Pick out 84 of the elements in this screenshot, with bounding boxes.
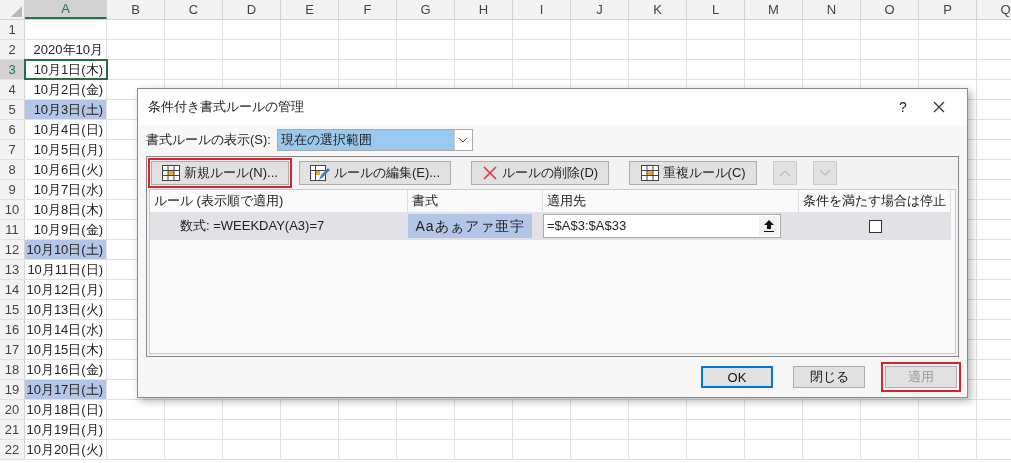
table-cell: 2020年10月	[25, 40, 107, 59]
column-header[interactable]: J	[571, 0, 629, 19]
table-cell: 10月16日(金)	[25, 360, 107, 379]
table-cell: 10月4日(日)	[25, 120, 107, 139]
row-header[interactable]: 18	[0, 360, 25, 379]
table-cell: 10月10日(土)	[25, 240, 107, 259]
checkbox[interactable]	[868, 219, 882, 233]
field-label: 書式ルールの表示(S):	[146, 131, 271, 150]
row-header[interactable]: 7	[0, 140, 25, 159]
column-header[interactable]: K	[629, 0, 687, 19]
table-cell: 10月3日(土)	[25, 100, 107, 119]
column-header[interactable]: M	[745, 0, 803, 19]
toolbar-button[interactable]: ルールの削除(D)	[471, 161, 610, 185]
rule-row[interactable]: 数式: =WEEKDAY(A3)=7 Aaあぁアァ亜宇 =$A$3:$A$33	[150, 212, 951, 240]
toolbar-button[interactable]: 重複ルール(C)	[629, 161, 758, 185]
row-header[interactable]: 2	[0, 40, 25, 59]
row-header[interactable]: 15	[0, 300, 25, 319]
column-header[interactable]: I	[513, 0, 571, 19]
table-cell: 10月18日(日)	[25, 400, 107, 419]
column-header[interactable]: O	[861, 0, 919, 19]
row-header[interactable]: 1	[0, 20, 25, 39]
toolbar-button[interactable]: 新規ルール(N)...	[151, 161, 289, 185]
table-cell: 10月7日(水)	[25, 180, 107, 199]
range-field[interactable]: =$A$3:$A$33	[543, 214, 781, 238]
row-header[interactable]: 4	[0, 80, 25, 99]
chevron-down-icon	[819, 169, 832, 177]
column-header[interactable]: B	[107, 0, 165, 19]
close-icon	[482, 165, 499, 181]
chevron-up-icon	[779, 169, 792, 177]
window-title: 条件付き書式ルールの管理	[148, 98, 305, 117]
row-header[interactable]: 9	[0, 180, 25, 199]
table-icon	[162, 165, 180, 181]
table-cell: 10月20日(火)	[25, 440, 107, 459]
dialog-button[interactable]: OK	[701, 366, 773, 388]
close-icon	[933, 101, 945, 113]
row-header[interactable]: 17	[0, 340, 25, 359]
table-cell: 10月2日(金)	[25, 80, 107, 99]
row-header[interactable]: 19	[0, 380, 25, 399]
table-cell: 10月15日(木)	[25, 340, 107, 359]
table-cell: 10月12日(月)	[25, 280, 107, 299]
column-header[interactable]: P	[919, 0, 977, 19]
column-header[interactable]: E	[281, 0, 339, 19]
dropdown-field[interactable]: 現在の選択範囲	[276, 129, 473, 151]
help-button[interactable]: ?	[885, 96, 921, 118]
column-header[interactable]: G	[397, 0, 455, 19]
table-cell-text: 数式: =WEEKDAY(A3)=7	[179, 217, 326, 236]
table-cell: 10月14日(水)	[25, 320, 107, 339]
table-cell: 10月9日(金)	[25, 220, 107, 239]
row-header[interactable]: 20	[0, 400, 25, 419]
table-cell: 10月17日(土)	[25, 380, 107, 399]
table-cell: 10月1日(木)	[25, 60, 107, 79]
column-header[interactable]: C	[165, 0, 223, 19]
toolbar-button[interactable]: ルールの編集(E)...	[298, 161, 452, 185]
row-header[interactable]: 12	[0, 240, 25, 259]
column-header[interactable]: D	[223, 0, 281, 19]
row-header[interactable]: 10	[0, 200, 25, 219]
row-header[interactable]: 6	[0, 120, 25, 139]
column-header[interactable]: A	[25, 0, 107, 19]
table-cell: 10月11日(日)	[25, 260, 107, 279]
column-header[interactable]: L	[687, 0, 745, 19]
table-cell: 10月13日(火)	[25, 300, 107, 319]
row-header[interactable]: 22	[0, 440, 25, 459]
chevron-down-icon	[458, 137, 469, 143]
dialog-button[interactable]: 閉じる	[793, 366, 865, 388]
format-preview: Aaあぁアァ亜宇	[408, 214, 532, 238]
row-header[interactable]: 3	[0, 60, 25, 79]
column-header[interactable]: F	[339, 0, 397, 19]
table-cell: 10月6日(火)	[25, 160, 107, 179]
row-header[interactable]: 14	[0, 280, 25, 299]
column-header[interactable]: H	[455, 0, 513, 19]
table-cell: 10月19日(月)	[25, 420, 107, 439]
row-header[interactable]: 8	[0, 160, 25, 179]
table-cell: 10月8日(木)	[25, 200, 107, 219]
row-header[interactable]: 5	[0, 100, 25, 119]
select-all-icon[interactable]	[11, 6, 22, 17]
table-cell: 10月5日(月)	[25, 140, 107, 159]
table-icon	[640, 165, 659, 181]
row-header[interactable]: 13	[0, 260, 25, 279]
row-header[interactable]: 16	[0, 320, 25, 339]
column-header[interactable]: Q	[977, 0, 1011, 19]
row-header[interactable]: 21	[0, 420, 25, 439]
row-header[interactable]: 11	[0, 220, 25, 239]
table-pencil-icon	[309, 165, 330, 181]
column-header[interactable]: N	[803, 0, 861, 19]
